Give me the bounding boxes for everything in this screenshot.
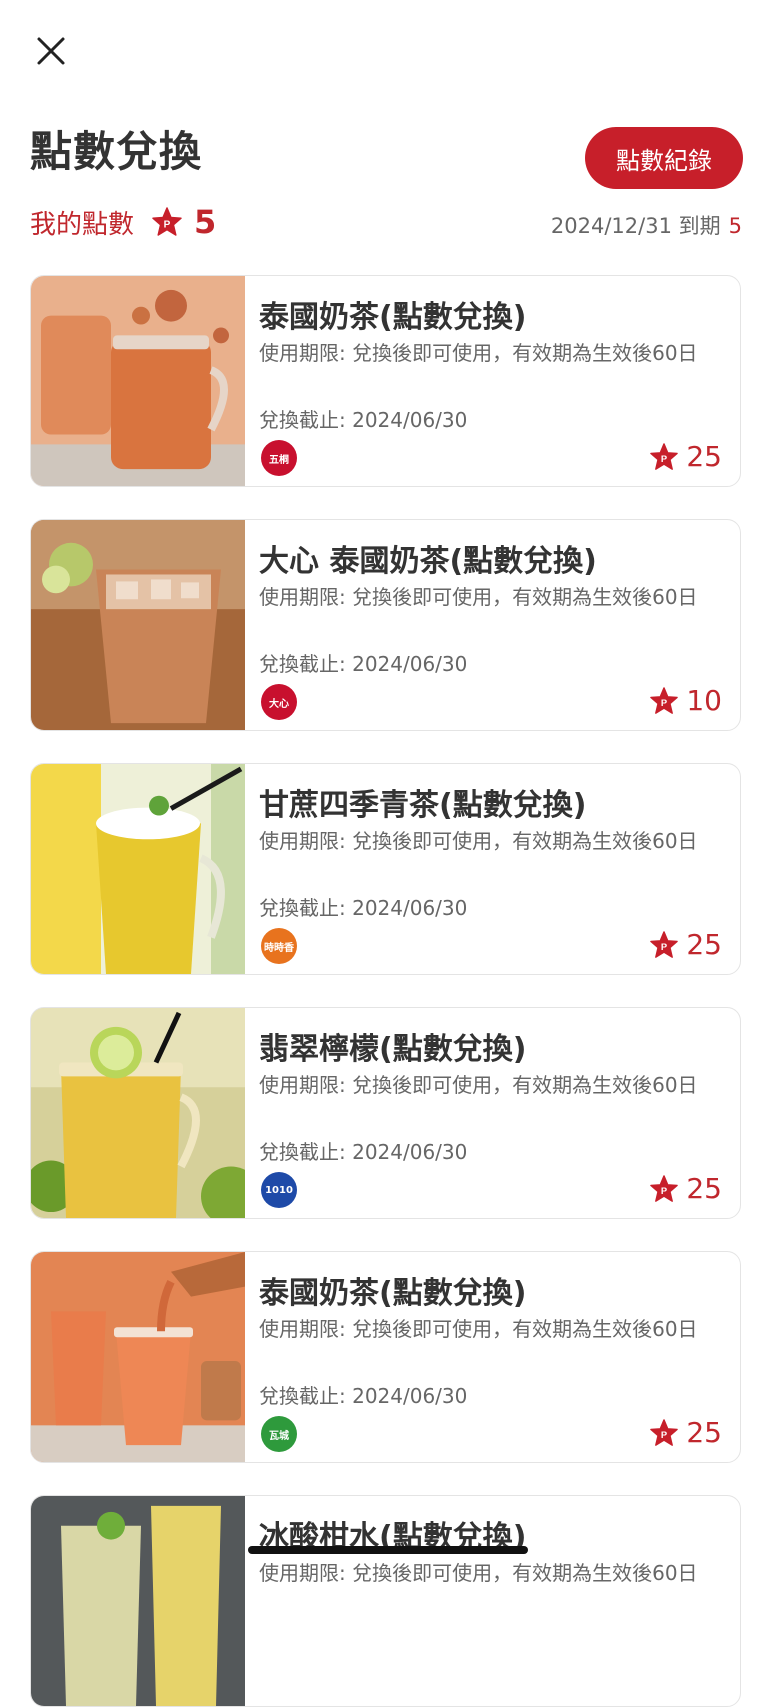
- reward-card[interactable]: 泰國奶茶(點數兌換) 使用期限: 兌換後即可使用，有效期為生效後60日 兌換截止…: [30, 275, 741, 487]
- points-star-icon: P: [650, 1418, 679, 1446]
- reward-points: 25: [686, 928, 722, 961]
- reward-deadline: 兌換截止: 2024/06/30: [259, 1384, 468, 1408]
- thai-milk-tea-image: [31, 276, 245, 486]
- reward-validity: 使用期限: 兌換後即可使用，有效期為生效後60日: [259, 341, 698, 365]
- reward-points: 25: [686, 1416, 722, 1449]
- close-icon[interactable]: [30, 30, 72, 72]
- reward-deadline: 兌換截止: 2024/06/30: [259, 408, 468, 432]
- reward-name: 泰國奶茶(點數兌換): [259, 1276, 527, 1311]
- reward-points: 10: [686, 684, 722, 717]
- reward-cost: P 25: [650, 1172, 722, 1205]
- svg-text:P: P: [661, 1430, 667, 1440]
- reward-points: 25: [686, 440, 722, 473]
- reward-cost: P 25: [650, 440, 722, 473]
- expiry-count: 5: [728, 214, 742, 238]
- thai-milk-tea-pour-image: [31, 1252, 245, 1462]
- reward-card[interactable]: 翡翠檸檬(點數兌換) 使用期限: 兌換後即可使用，有效期為生效後60日 兌換截止…: [30, 1007, 741, 1219]
- reward-name: 甘蔗四季青茶(點數兌換): [259, 788, 587, 823]
- reward-validity: 使用期限: 兌換後即可使用，有效期為生效後60日: [259, 1561, 698, 1585]
- jade-lemon-image: [31, 1008, 245, 1218]
- home-indicator[interactable]: [248, 1546, 528, 1554]
- my-points-label: 我的點數: [30, 209, 135, 240]
- reward-points: 25: [686, 1172, 722, 1205]
- points-star-icon: P: [650, 1174, 679, 1202]
- points-star-icon: P: [650, 442, 679, 470]
- reward-card[interactable]: 冰酸柑水(點數兌換) 使用期限: 兌換後即可使用，有效期為生效後60日: [30, 1495, 741, 1707]
- reward-name: 泰國奶茶(點數兌換): [259, 300, 527, 335]
- reward-cost: P 25: [650, 1416, 722, 1449]
- reward-cost: P 10: [650, 684, 722, 717]
- svg-text:P: P: [661, 1186, 667, 1196]
- svg-text:P: P: [661, 698, 667, 708]
- reward-name: 大心 泰國奶茶(點數兌換): [259, 544, 597, 579]
- reward-validity: 使用期限: 兌換後即可使用，有效期為生效後60日: [259, 1073, 698, 1097]
- reward-cost: P 25: [650, 928, 722, 961]
- brand-logo: 五桐: [261, 440, 297, 476]
- points-star-icon: P: [650, 686, 679, 714]
- svg-text:P: P: [661, 942, 667, 952]
- reward-name: 翡翠檸檬(點數兌換): [259, 1032, 527, 1067]
- brand-logo: 1010: [261, 1172, 297, 1208]
- points-star-icon: P: [650, 930, 679, 958]
- brand-logo: 時時香: [261, 928, 297, 964]
- my-points-value: 5: [194, 203, 217, 241]
- iced-thai-milk-tea-image: [31, 520, 245, 730]
- reward-validity: 使用期限: 兌換後即可使用，有效期為生效後60日: [259, 585, 698, 609]
- svg-text:P: P: [164, 220, 171, 231]
- points-expiry: 2024/12/31 到期 5: [551, 210, 742, 240]
- expiry-date: 2024/12/31 到期: [550, 214, 721, 238]
- my-points: 我的點數 P 5: [30, 203, 216, 241]
- brand-logo: 大心: [261, 684, 297, 720]
- brand-logo: 瓦城: [261, 1416, 297, 1452]
- lime-juice-image: [31, 1496, 245, 1706]
- points-history-button[interactable]: 點數紀錄: [585, 127, 743, 189]
- svg-text:P: P: [661, 454, 667, 464]
- reward-validity: 使用期限: 兌換後即可使用，有效期為生效後60日: [259, 829, 698, 853]
- reward-deadline: 兌換截止: 2024/06/30: [259, 896, 468, 920]
- sugarcane-tea-image: [31, 764, 245, 974]
- reward-card[interactable]: 大心 泰國奶茶(點數兌換) 使用期限: 兌換後即可使用，有效期為生效後60日 兌…: [30, 519, 741, 731]
- points-star-icon: P: [152, 207, 182, 236]
- reward-validity: 使用期限: 兌換後即可使用，有效期為生效後60日: [259, 1317, 698, 1341]
- reward-deadline: 兌換截止: 2024/06/30: [259, 652, 468, 676]
- reward-card[interactable]: 甘蔗四季青茶(點數兌換) 使用期限: 兌換後即可使用，有效期為生效後60日 兌換…: [30, 763, 741, 975]
- page-title: 點數兌換: [30, 127, 203, 176]
- reward-card[interactable]: 泰國奶茶(點數兌換) 使用期限: 兌換後即可使用，有效期為生效後60日 兌換截止…: [30, 1251, 741, 1463]
- reward-deadline: 兌換截止: 2024/06/30: [259, 1140, 468, 1164]
